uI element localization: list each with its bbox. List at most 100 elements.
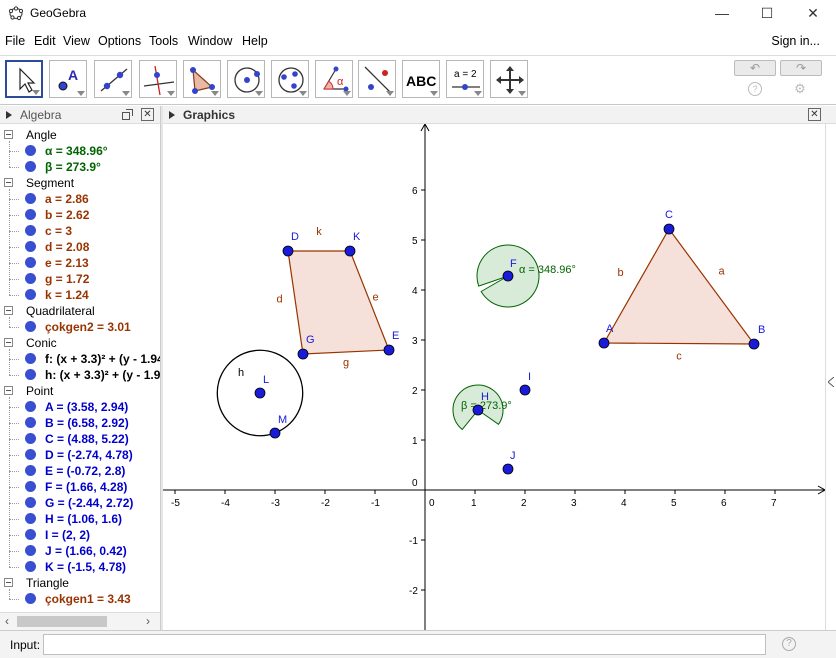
visibility-toggle-icon[interactable]	[25, 529, 36, 540]
circle-center-tool-button[interactable]	[227, 60, 265, 98]
algebra-item[interactable]: çokgen1 = 3.43	[0, 591, 160, 607]
point-h[interactable]	[472, 404, 484, 416]
algebra-item-text[interactable]: f: (x + 3.3)² + (y - 1.94)² = 0.85	[45, 352, 160, 366]
menu-file[interactable]: File	[5, 34, 25, 48]
algebra-horizontal-scrollbar[interactable]: ‹ ›	[0, 612, 160, 630]
algebra-item[interactable]: b = 2.62	[0, 207, 160, 223]
text-tool-button[interactable]: ABC	[402, 60, 440, 98]
settings-gear-icon[interactable]: ⚙	[793, 82, 807, 96]
algebra-item-text[interactable]: e = 2.13	[45, 256, 89, 270]
visibility-toggle-icon[interactable]	[25, 209, 36, 220]
algebra-item-text[interactable]: A = (3.58, 2.94)	[45, 400, 128, 414]
algebra-item[interactable]: H = (1.06, 1.6)	[0, 511, 160, 527]
help-icon[interactable]: ?	[748, 82, 762, 96]
collapse-toggle-icon[interactable]	[4, 578, 13, 587]
visibility-toggle-icon[interactable]	[25, 193, 36, 204]
input-field[interactable]	[43, 634, 766, 655]
algebra-group-header[interactable]: Conic	[0, 335, 160, 351]
algebra-item-text[interactable]: J = (1.66, 0.42)	[45, 544, 127, 558]
point-l[interactable]	[254, 387, 266, 399]
visibility-toggle-icon[interactable]	[25, 417, 36, 428]
undock-icon[interactable]	[122, 109, 133, 120]
algebra-item-text[interactable]: B = (6.58, 2.92)	[45, 416, 129, 430]
algebra-item[interactable]: I = (2, 2)	[0, 527, 160, 543]
visibility-toggle-icon[interactable]	[25, 545, 36, 556]
algebra-item[interactable]: E = (-0.72, 2.8)	[0, 463, 160, 479]
algebra-item[interactable]: c = 3	[0, 223, 160, 239]
algebra-item-text[interactable]: c = 3	[45, 224, 72, 238]
circle-three-points-tool-button[interactable]	[271, 60, 309, 98]
algebra-item-text[interactable]: F = (1.66, 4.28)	[45, 480, 127, 494]
scroll-left-icon[interactable]: ‹	[5, 614, 9, 628]
point-f[interactable]	[502, 270, 514, 282]
visibility-toggle-icon[interactable]	[25, 289, 36, 300]
maximize-button[interactable]: ☐	[757, 4, 777, 22]
algebra-item[interactable]: a = 2.86	[0, 191, 160, 207]
algebra-group-header[interactable]: Quadrilateral	[0, 303, 160, 319]
point-a[interactable]	[598, 337, 610, 349]
menu-window[interactable]: Window	[188, 34, 232, 48]
algebra-item-text[interactable]: a = 2.86	[45, 192, 89, 206]
sign-in-link[interactable]: Sign in...	[771, 34, 820, 48]
algebra-item-text[interactable]: C = (4.88, 5.22)	[45, 432, 129, 446]
graphics-view[interactable]: -5 -4 -3 -2 -1 0 1 2 3 4 5 6 7 6 5 4 3 2 1 0 -1 -2 h α = 348.96…	[163, 122, 827, 630]
algebra-item[interactable]: e = 2.13	[0, 255, 160, 271]
collapse-toggle-icon[interactable]	[4, 386, 13, 395]
algebra-item[interactable]: k = 1.24	[0, 287, 160, 303]
perpendicular-tool-button[interactable]	[139, 60, 177, 98]
algebra-item-text[interactable]: H = (1.06, 1.6)	[45, 512, 122, 526]
algebra-item[interactable]: B = (6.58, 2.92)	[0, 415, 160, 431]
visibility-toggle-icon[interactable]	[25, 273, 36, 284]
point-tool-button[interactable]: A	[49, 60, 87, 98]
visibility-toggle-icon[interactable]	[25, 401, 36, 412]
algebra-item-text[interactable]: g = 1.72	[45, 272, 89, 286]
menu-options[interactable]: Options	[98, 34, 141, 48]
visibility-toggle-icon[interactable]	[25, 321, 36, 332]
algebra-item-text[interactable]: d = 2.08	[45, 240, 89, 254]
point-e[interactable]	[383, 344, 395, 356]
visibility-toggle-icon[interactable]	[25, 593, 36, 604]
point-g[interactable]	[297, 348, 309, 360]
algebra-group-header[interactable]: Segment	[0, 175, 160, 191]
close-algebra-view-button[interactable]: ✕	[141, 108, 154, 121]
collapse-arrow-icon[interactable]	[6, 111, 12, 119]
point-i[interactable]	[519, 384, 531, 396]
point-m[interactable]	[269, 427, 281, 439]
visibility-toggle-icon[interactable]	[25, 433, 36, 444]
algebra-item-text[interactable]: b = 2.62	[45, 208, 89, 222]
point-b[interactable]	[748, 338, 760, 350]
algebra-item[interactable]: F = (1.66, 4.28)	[0, 479, 160, 495]
point-k[interactable]	[344, 245, 356, 257]
visibility-toggle-icon[interactable]	[25, 241, 36, 252]
visibility-toggle-icon[interactable]	[25, 513, 36, 524]
move-tool-button[interactable]	[5, 60, 43, 98]
visibility-toggle-icon[interactable]	[25, 369, 36, 380]
polygon-tool-button[interactable]	[183, 60, 221, 98]
move-graphics-tool-button[interactable]	[490, 60, 528, 98]
input-help-icon[interactable]: ?	[782, 637, 796, 651]
algebra-item[interactable]: C = (4.88, 5.22)	[0, 431, 160, 447]
line-tool-button[interactable]	[94, 60, 132, 98]
slider-tool-button[interactable]: a = 2	[446, 60, 484, 98]
algebra-group-header[interactable]: Angle	[0, 127, 160, 143]
algebra-item-text[interactable]: I = (2, 2)	[45, 528, 90, 542]
expand-panel-arrow-icon[interactable]	[828, 377, 834, 387]
algebra-item[interactable]: A = (3.58, 2.94)	[0, 399, 160, 415]
menu-view[interactable]: View	[63, 34, 90, 48]
algebra-item[interactable]: d = 2.08	[0, 239, 160, 255]
collapse-arrow-icon[interactable]	[169, 111, 175, 119]
algebra-item-text[interactable]: E = (-0.72, 2.8)	[45, 464, 125, 478]
visibility-toggle-icon[interactable]	[25, 353, 36, 364]
algebra-item[interactable]: α = 348.96°	[0, 143, 160, 159]
visibility-toggle-icon[interactable]	[25, 145, 36, 156]
algebra-item-text[interactable]: β = 273.9°	[45, 160, 101, 174]
scroll-right-icon[interactable]: ›	[146, 614, 150, 628]
close-graphics-view-button[interactable]: ✕	[808, 108, 821, 121]
algebra-item[interactable]: K = (-1.5, 4.78)	[0, 559, 160, 575]
algebra-item-text[interactable]: k = 1.24	[45, 288, 89, 302]
algebra-item-text[interactable]: çokgen2 = 3.01	[45, 320, 131, 334]
algebra-group-header[interactable]: Triangle	[0, 575, 160, 591]
undo-button[interactable]: ↶	[734, 60, 776, 76]
algebra-item-text[interactable]: α = 348.96°	[45, 144, 108, 158]
algebra-item[interactable]: G = (-2.44, 2.72)	[0, 495, 160, 511]
